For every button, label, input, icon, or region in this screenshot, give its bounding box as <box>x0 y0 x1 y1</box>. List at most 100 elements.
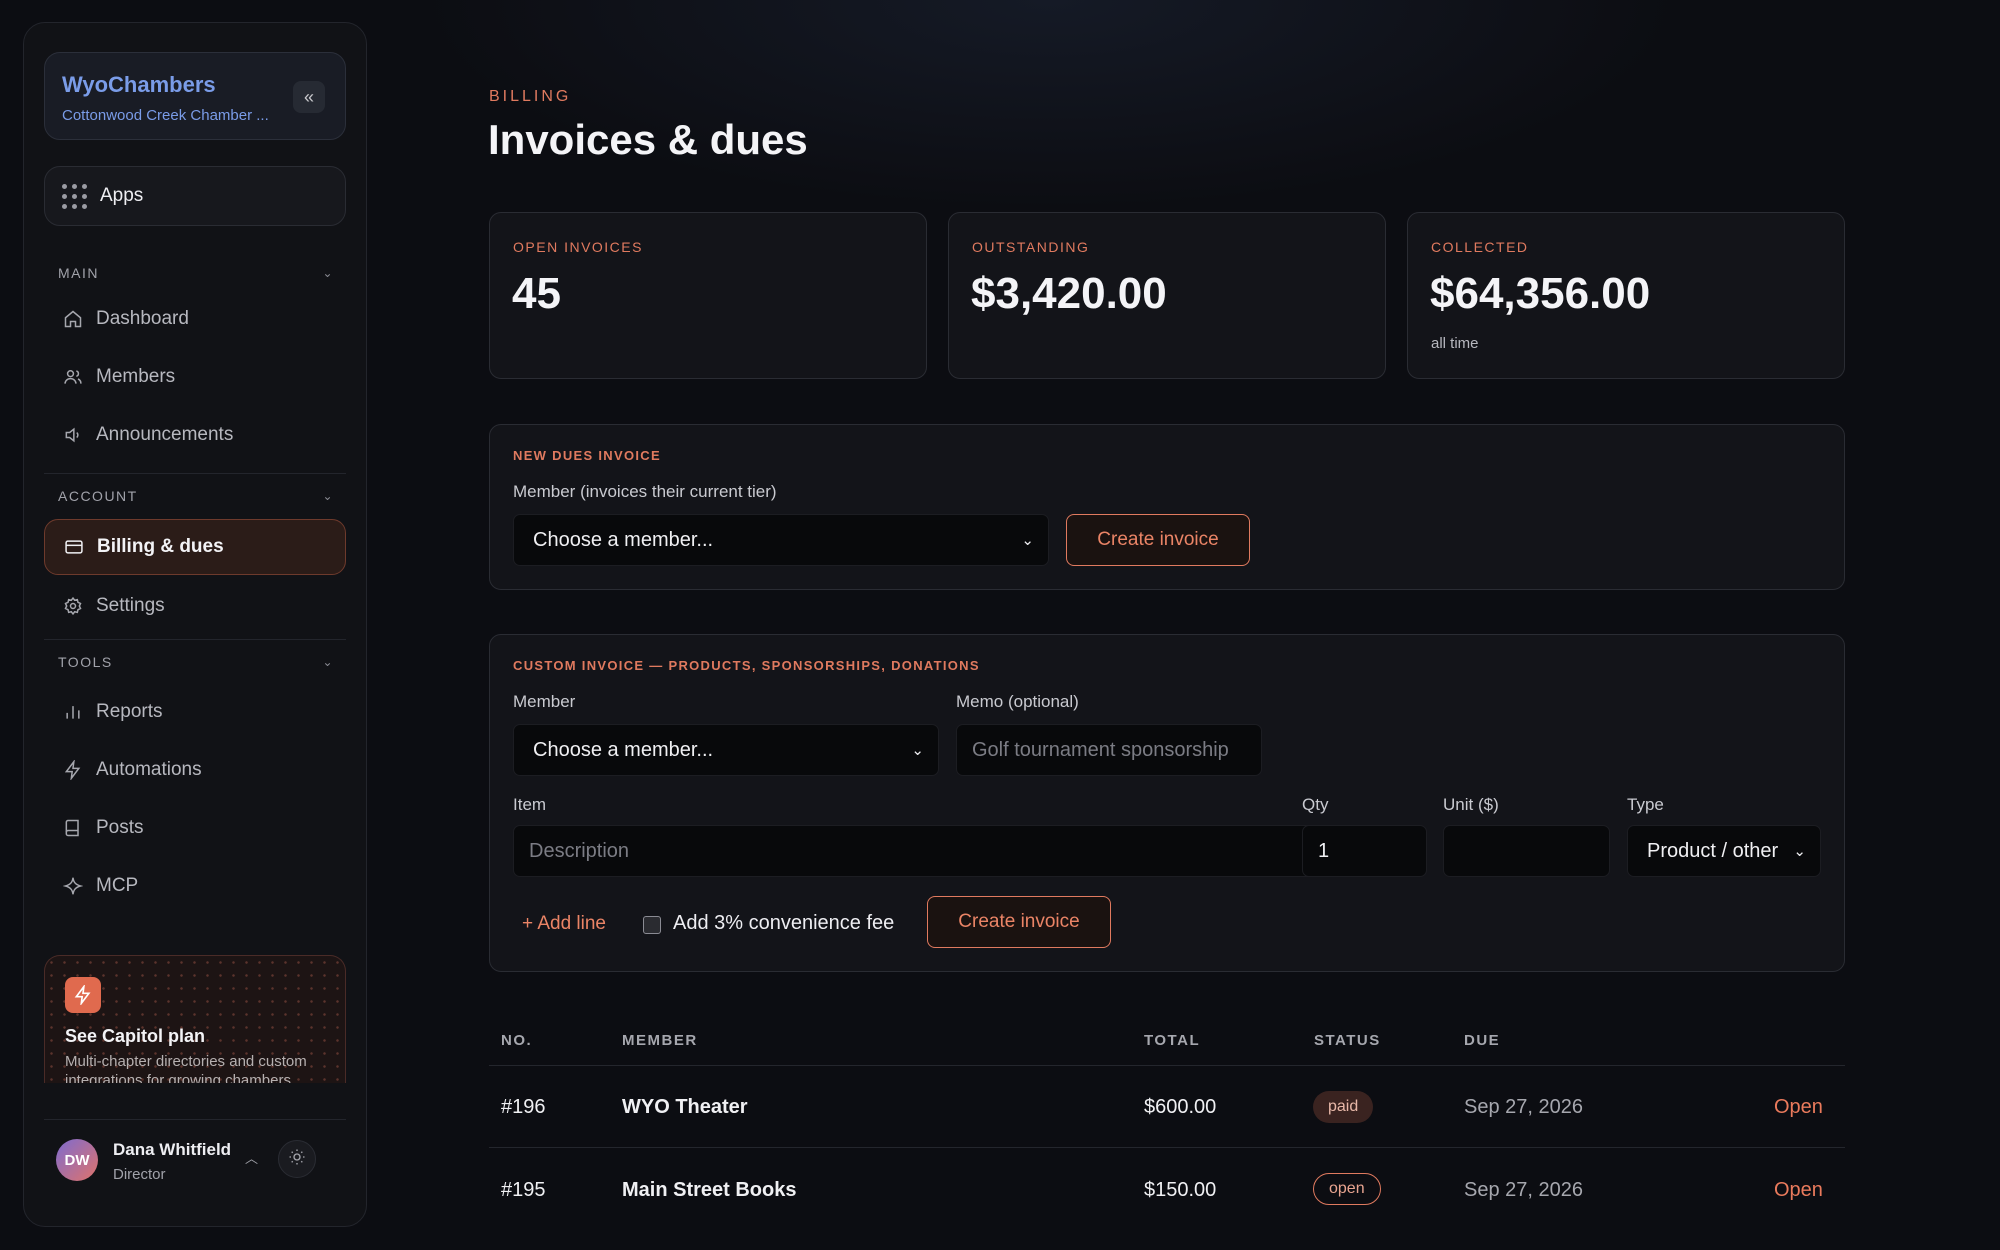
sidebar-item-label: Reports <box>96 701 163 722</box>
memo-label: Memo (optional) <box>956 692 1079 711</box>
section-main-label: MAIN <box>58 265 99 281</box>
promo-title: See Capitol plan <box>65 1026 206 1046</box>
open-invoice-link[interactable]: Open <box>1774 1096 1823 1119</box>
stat-card-open-invoices: OPEN INVOICES 45 <box>489 212 927 379</box>
chevron-up-icon: ︿ <box>245 1151 259 1166</box>
stat-card-outstanding: OUTSTANDING $3,420.00 <box>948 212 1386 379</box>
sidebar-item-announcements[interactable]: Announcements <box>44 408 346 462</box>
lightning-icon <box>62 759 84 781</box>
section-main-toggle[interactable]: MAIN ⌄ <box>58 265 334 281</box>
stat-note: all time <box>1431 335 1479 352</box>
brand-name: WyoChambers <box>62 72 216 97</box>
sidebar-item-label: Announcements <box>96 424 234 445</box>
chevron-down-icon: ⌄ <box>1021 532 1034 549</box>
convenience-fee-checkbox[interactable] <box>643 916 661 934</box>
custom-invoice-panel: CUSTOM INVOICE — PRODUCTS, SPONSORSHIPS,… <box>489 634 1845 972</box>
sidebar-item-label: Billing & dues <box>97 536 224 557</box>
sparkle-icon <box>62 875 84 897</box>
sidebar-item-label: Members <box>96 366 176 387</box>
sidebar-item-settings[interactable]: Settings <box>44 579 346 633</box>
sidebar-item-label: Dashboard <box>96 308 189 329</box>
sidebar-item-label: MCP <box>96 875 139 896</box>
users-icon <box>62 366 84 388</box>
sun-icon <box>288 1148 306 1171</box>
memo-input[interactable]: Golf tournament sponsorship <box>956 724 1262 776</box>
invoice-member: Main Street Books <box>622 1179 797 1201</box>
upgrade-promo-card[interactable]: See Capitol plan Multi-chapter directori… <box>44 955 346 1083</box>
chevron-down-icon: ⌄ <box>322 266 334 280</box>
column-header-total: TOTAL <box>1144 1032 1201 1049</box>
divider <box>489 1065 1845 1066</box>
invoice-total: $600.00 <box>1144 1096 1217 1118</box>
section-tools-label: TOOLS <box>58 654 113 670</box>
divider <box>44 639 346 640</box>
unit-price-label: Unit ($) <box>1443 795 1499 814</box>
avatar: DW <box>56 1139 98 1181</box>
type-select[interactable]: Product / other ⌄ <box>1627 825 1821 877</box>
member-select[interactable]: Choose a member... ⌄ <box>513 514 1049 566</box>
sidebar-item-reports[interactable]: Reports <box>44 685 346 739</box>
double-chevron-left-icon: « <box>303 86 314 107</box>
page-title: Invoices & dues <box>488 116 808 163</box>
create-custom-invoice-button[interactable]: Create invoice <box>927 896 1111 948</box>
type-select-value: Product / other <box>1647 839 1779 862</box>
lightning-icon <box>65 977 101 1013</box>
apps-label: Apps <box>100 185 144 206</box>
stat-card-collected: COLLECTED $64,356.00 all time <box>1407 212 1845 379</box>
section-account-label: ACCOUNT <box>58 488 138 504</box>
qty-input[interactable]: 1 <box>1302 825 1427 877</box>
chevron-down-icon: ⌄ <box>322 655 334 669</box>
credit-card-icon <box>63 536 85 558</box>
invoice-due-date: Sep 27, 2026 <box>1464 1096 1583 1118</box>
sidebar-item-mcp[interactable]: MCP <box>44 859 346 913</box>
member-select-value: Choose a member... <box>533 738 714 761</box>
stat-value: $64,356.00 <box>1430 269 1651 318</box>
brand-subtitle: Cottonwood Creek Chamber ... <box>62 107 269 124</box>
brand-card[interactable]: WyoChambers Cottonwood Creek Chamber ...… <box>44 52 346 140</box>
invoice-member: WYO Theater <box>622 1096 748 1118</box>
sidebar-item-label: Posts <box>96 817 144 838</box>
user-menu[interactable]: DW Dana Whitfield Director ︿ <box>44 1119 346 1211</box>
grid-icon <box>62 183 87 209</box>
member-select-value: Choose a member... <box>533 528 714 551</box>
stat-value: 45 <box>512 269 561 318</box>
promo-description: Multi-chapter directories and custom int… <box>65 1053 307 1083</box>
collapse-sidebar-button[interactable]: « <box>293 81 325 113</box>
apps-button[interactable]: Apps <box>44 166 346 226</box>
sidebar-item-posts[interactable]: Posts <box>44 801 346 855</box>
chevron-down-icon: ⌄ <box>1793 843 1806 860</box>
divider <box>44 473 346 474</box>
page-eyebrow: BILLING <box>489 88 572 105</box>
sidebar-item-label: Settings <box>96 595 165 616</box>
sidebar-item-dashboard[interactable]: Dashboard <box>44 292 346 346</box>
sidebar-item-billing[interactable]: Billing & dues <box>44 519 346 575</box>
type-label: Type <box>1627 795 1664 814</box>
item-description-input[interactable]: Description <box>513 825 1375 877</box>
panel-title: NEW DUES INVOICE <box>513 448 661 463</box>
gear-icon <box>62 595 84 617</box>
open-invoice-link[interactable]: Open <box>1774 1179 1823 1202</box>
convenience-fee-label: Add 3% convenience fee <box>673 912 895 934</box>
sidebar-item-members[interactable]: Members <box>44 350 346 404</box>
divider <box>489 1147 1845 1148</box>
theme-toggle-button[interactable] <box>278 1140 316 1178</box>
sidebar-item-label: Automations <box>96 759 202 780</box>
sidebar-item-automations[interactable]: Automations <box>44 743 346 797</box>
column-header-member: MEMBER <box>622 1032 698 1049</box>
chevron-down-icon: ⌄ <box>911 742 924 759</box>
invoice-number: #196 <box>501 1096 546 1118</box>
book-icon <box>62 817 84 839</box>
status-badge: paid <box>1313 1091 1374 1123</box>
add-line-button[interactable]: + Add line <box>522 913 606 935</box>
bar-chart-icon <box>62 701 84 723</box>
column-header-status: STATUS <box>1314 1032 1381 1049</box>
unit-price-input[interactable] <box>1443 825 1610 877</box>
member-select[interactable]: Choose a member... ⌄ <box>513 724 939 776</box>
sidebar: WyoChambers Cottonwood Creek Chamber ...… <box>23 22 367 1227</box>
speaker-icon <box>62 424 84 446</box>
section-account-toggle[interactable]: ACCOUNT ⌄ <box>58 488 334 504</box>
create-dues-invoice-button[interactable]: Create invoice <box>1066 514 1250 566</box>
section-tools-toggle[interactable]: TOOLS ⌄ <box>58 654 334 670</box>
chevron-down-icon: ⌄ <box>322 489 334 503</box>
invoice-due-date: Sep 27, 2026 <box>1464 1179 1583 1201</box>
